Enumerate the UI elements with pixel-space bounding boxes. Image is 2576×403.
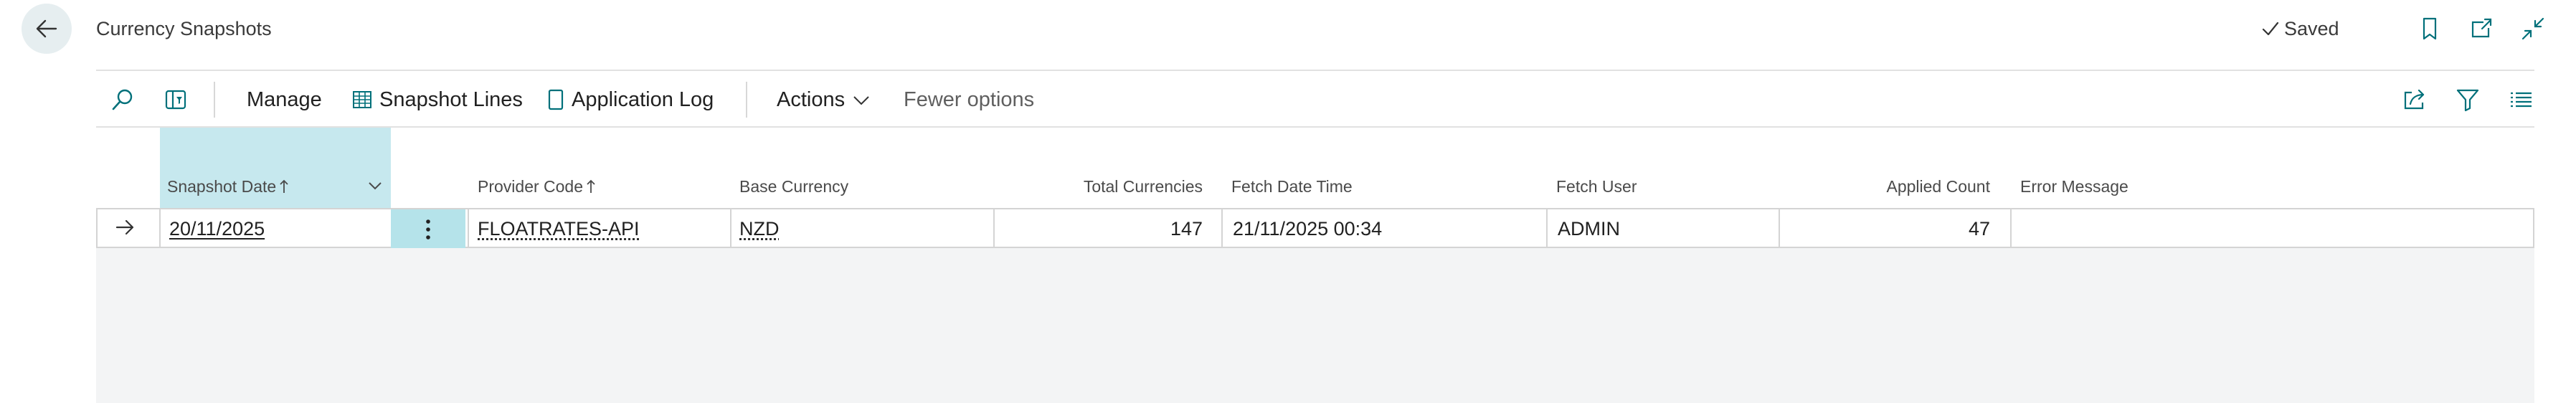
header-divider <box>96 70 2534 71</box>
column-header-fetch-user[interactable]: Fetch User <box>1556 176 1637 197</box>
saved-label: Saved <box>2284 18 2339 39</box>
open-in-new-window-icon <box>2469 16 2494 41</box>
cell-divider <box>159 209 161 247</box>
toolbar-separator <box>214 82 215 118</box>
column-label: Provider Code <box>478 177 584 196</box>
row-menu-button[interactable] <box>391 209 465 249</box>
arrow-right-icon <box>115 218 136 237</box>
filter-icon <box>2456 87 2480 112</box>
column-header-provider-code[interactable]: Provider Code <box>478 176 596 197</box>
column-header-error-message[interactable]: Error Message <box>2020 176 2128 197</box>
filter-button[interactable] <box>2453 85 2483 115</box>
checkmark-icon <box>2261 19 2280 38</box>
column-label: Applied Count <box>1886 177 1991 196</box>
chevron-down-icon <box>852 93 871 107</box>
saved-status: Saved <box>2261 16 2339 42</box>
list-view-icon <box>2509 89 2533 110</box>
snapshot-lines-button[interactable]: Snapshot Lines <box>352 86 523 113</box>
cell-total-currencies[interactable]: 147 <box>1004 215 1203 242</box>
cell-applied-count[interactable]: 47 <box>1807 215 1990 242</box>
column-label: Fetch Date Time <box>1231 177 1353 196</box>
document-icon <box>547 89 564 110</box>
cell-base-currency[interactable]: NZD <box>739 215 780 242</box>
back-button[interactable] <box>22 4 72 54</box>
bookmark-icon <box>2419 16 2440 41</box>
cell-divider <box>730 209 731 247</box>
toolbar-divider <box>96 126 2534 128</box>
application-log-label: Application Log <box>572 88 714 111</box>
grid-empty-area <box>96 248 2534 403</box>
filter-pane-button[interactable] <box>161 85 191 115</box>
column-label: Total Currencies <box>1083 177 1203 196</box>
page-title: Currency Snapshots <box>96 18 272 39</box>
cell-divider <box>1546 209 1548 247</box>
arrow-left-icon <box>34 16 59 41</box>
column-header-fetch-date-time[interactable]: Fetch Date Time <box>1231 176 1353 197</box>
column-header-snapshot-date[interactable]: Snapshot Date <box>167 176 289 197</box>
cell-provider-code[interactable]: FLOATRATES-API <box>478 215 640 242</box>
search-button[interactable] <box>108 85 138 115</box>
cell-divider <box>993 209 995 247</box>
actions-menu-button[interactable]: Actions <box>777 86 871 113</box>
column-label: Snapshot Date <box>167 177 277 196</box>
column-label: Base Currency <box>739 177 849 196</box>
cell-snapshot-date[interactable]: 20/11/2025 <box>169 215 265 242</box>
column-header-base-currency[interactable]: Base Currency <box>739 176 848 197</box>
toolbar-separator <box>746 82 747 118</box>
chevron-down-icon <box>367 179 383 192</box>
row-selected-indicator <box>115 218 136 237</box>
cell-divider <box>468 209 469 247</box>
share-button[interactable] <box>2400 85 2430 115</box>
cell-divider <box>1221 209 1223 247</box>
search-icon <box>110 87 136 113</box>
sort-ascending-icon <box>586 179 596 194</box>
cell-divider <box>1779 209 1780 247</box>
vertical-ellipsis-icon <box>425 219 431 240</box>
table-grid-icon <box>352 90 372 110</box>
fewer-options-button[interactable]: Fewer options <box>904 86 1034 113</box>
manage-label: Manage <box>247 88 322 111</box>
cell-divider <box>2010 209 2012 247</box>
bookmark-button[interactable] <box>2415 14 2444 43</box>
actions-menu-label: Actions <box>777 88 846 111</box>
cell-fetch-date-time[interactable]: 21/11/2025 00:34 <box>1233 215 1382 242</box>
column-label: Error Message <box>2020 177 2128 196</box>
open-new-window-button[interactable] <box>2467 14 2496 43</box>
column-header-total-currencies[interactable]: Total Currencies <box>1004 176 1203 197</box>
filter-pane-icon <box>164 87 188 112</box>
application-log-button[interactable]: Application Log <box>547 86 714 113</box>
share-icon <box>2402 87 2428 112</box>
fewer-options-label: Fewer options <box>904 88 1035 111</box>
collapse-button[interactable] <box>2519 14 2547 43</box>
manage-button[interactable]: Manage <box>247 86 322 113</box>
list-view-button[interactable] <box>2506 85 2536 115</box>
sort-ascending-icon <box>279 179 289 194</box>
cell-fetch-user[interactable]: ADMIN <box>1558 215 1620 242</box>
column-header-applied-count[interactable]: Applied Count <box>1807 176 1991 197</box>
column-menu-button[interactable] <box>367 179 383 192</box>
snapshot-lines-label: Snapshot Lines <box>379 88 523 111</box>
collapse-icon <box>2521 16 2545 41</box>
column-label: Fetch User <box>1556 177 1637 196</box>
